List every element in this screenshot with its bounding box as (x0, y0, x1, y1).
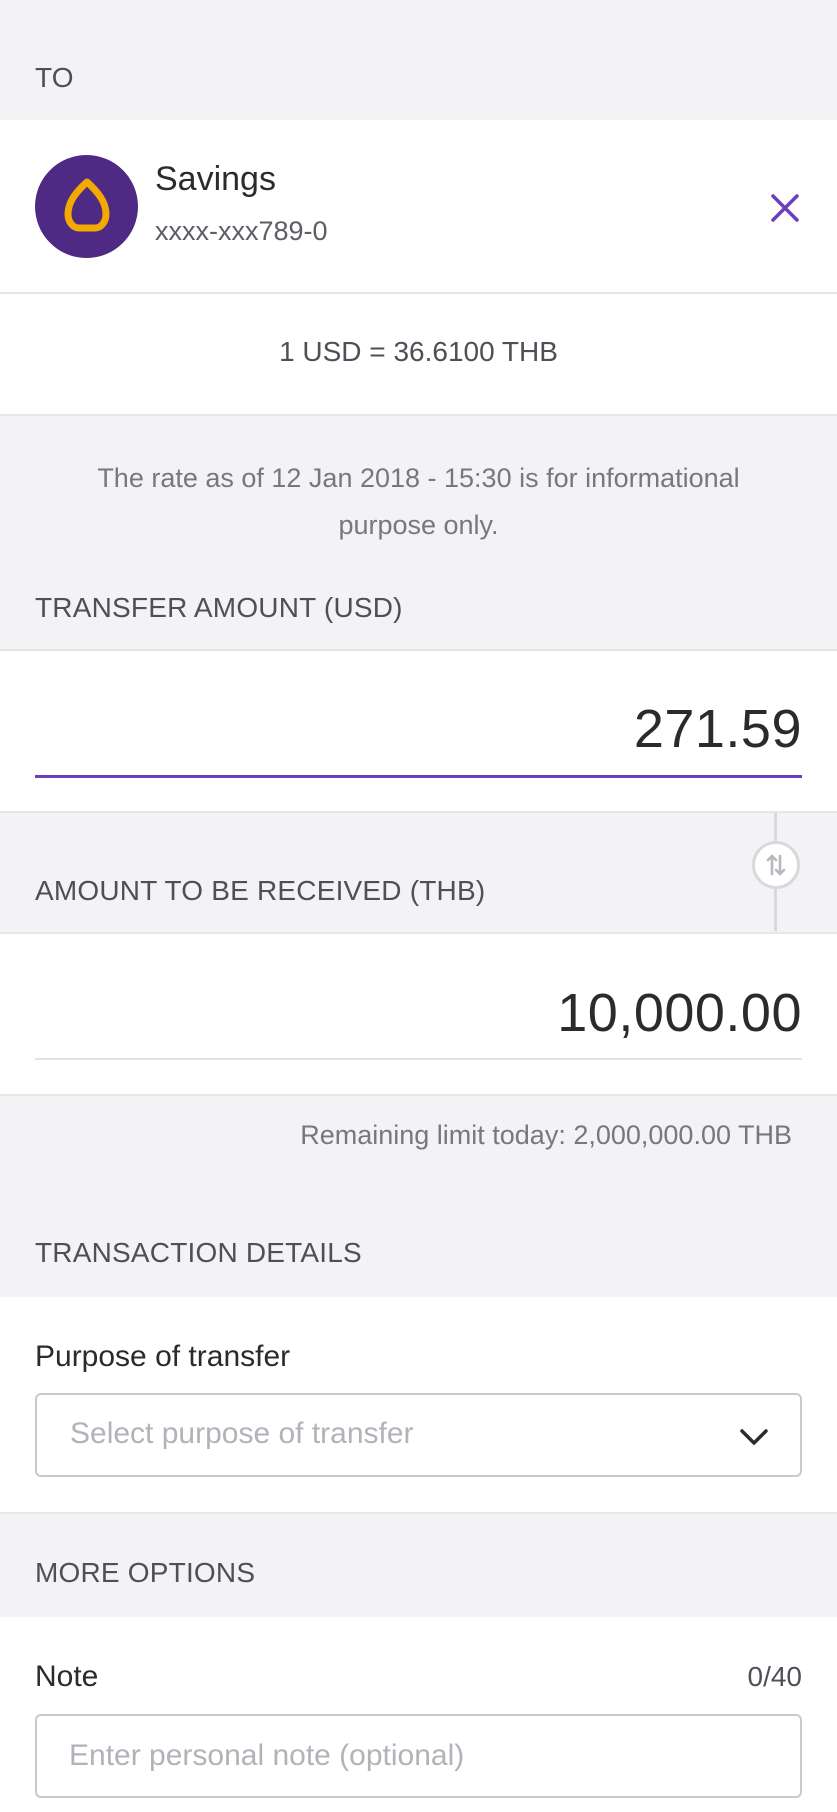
more-options-label: MORE OPTIONS (35, 1557, 256, 1588)
purpose-label: Purpose of transfer (35, 1340, 291, 1373)
recipient-account-number: xxxx-xxx789-0 (155, 216, 328, 246)
note-label: Note (35, 1660, 99, 1693)
purpose-placeholder: Select purpose of transfer (70, 1417, 414, 1450)
transfer-amount-input[interactable]: 271.59 (634, 698, 802, 760)
to-section-header (0, 0, 837, 120)
divider (0, 414, 837, 416)
exchange-rate: 1 USD = 36.6100 THB (279, 336, 558, 367)
divider (0, 1094, 837, 1096)
remaining-limit: Remaining limit today: 2,000,000.00 THB (300, 1120, 792, 1150)
divider (0, 811, 837, 813)
received-amount-input[interactable]: 10,000.00 (557, 982, 802, 1044)
note-input[interactable] (35, 1714, 802, 1798)
to-label: TO (35, 62, 74, 93)
swap-arrows-icon (766, 854, 786, 876)
transfer-amount-label: TRANSFER AMOUNT (USD) (35, 592, 403, 623)
close-icon (771, 194, 799, 222)
purpose-select[interactable]: Select purpose of transfer (35, 1393, 802, 1477)
note-character-counter: 0/40 (747, 1661, 803, 1692)
transfer-amount-underline (35, 775, 802, 778)
received-amount-label: AMOUNT TO BE RECEIVED (THB) (35, 875, 486, 906)
transaction-details-label: TRANSACTION DETAILS (35, 1237, 362, 1268)
recipient-account-name: Savings (155, 160, 276, 198)
received-amount-underline (35, 1058, 802, 1060)
bank-logo-avatar (35, 155, 138, 258)
chevron-down-icon (740, 1429, 768, 1445)
scb-leaf-logo-icon (64, 178, 109, 231)
divider (0, 1512, 837, 1514)
remove-recipient-button[interactable] (762, 185, 808, 231)
swap-currency-button[interactable] (752, 841, 800, 889)
rate-disclaimer: The rate as of 12 Jan 2018 - 15:30 is fo… (97, 463, 740, 540)
